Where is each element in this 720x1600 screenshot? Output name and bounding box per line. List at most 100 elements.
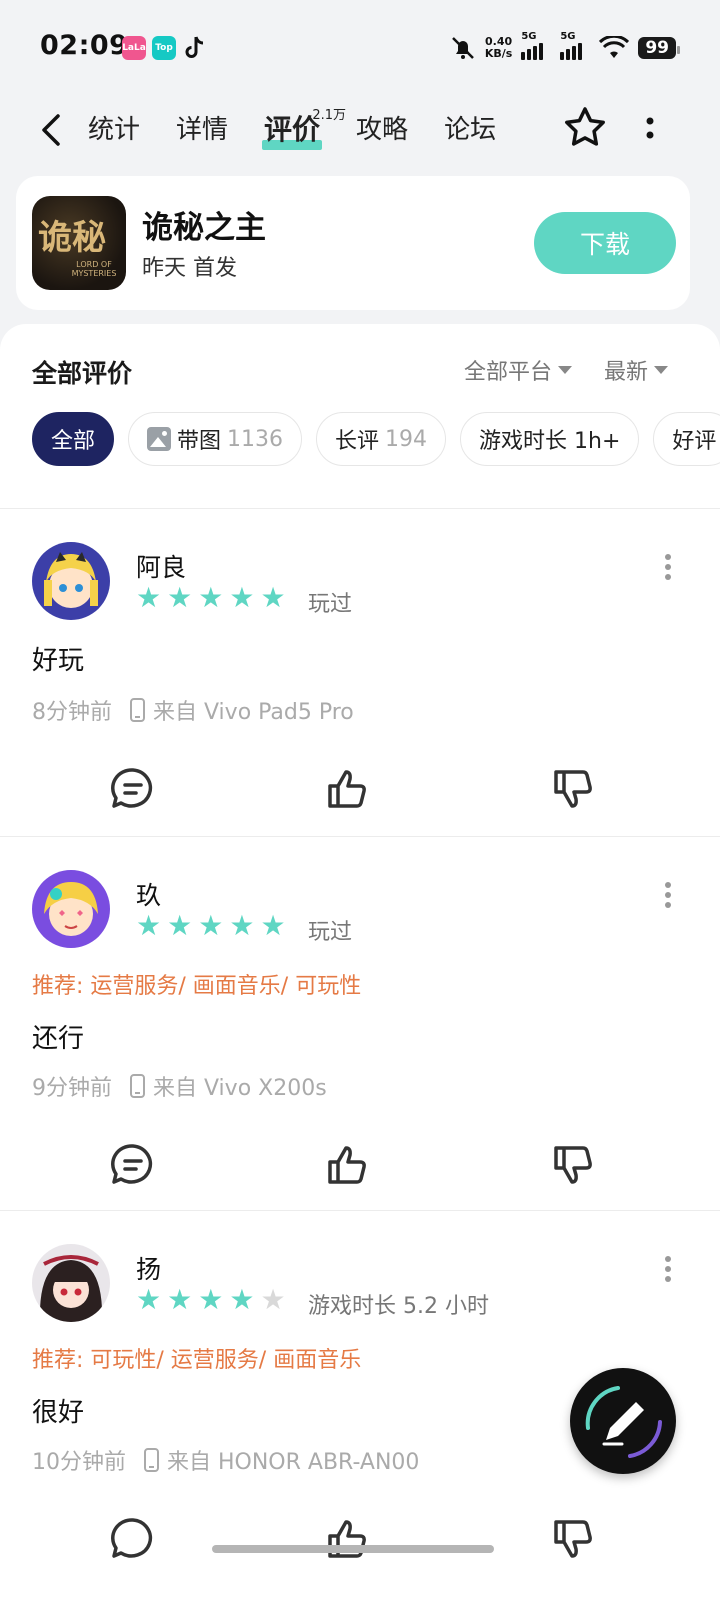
review-time: 9分钟前 (32, 1076, 112, 1101)
comment-icon[interactable] (108, 764, 158, 814)
rating-stars: ★ ★ ★ ★ ★ (136, 912, 286, 940)
avatar[interactable] (32, 870, 110, 948)
tiktok-icon (185, 36, 204, 58)
battery-indicator: 99 (638, 37, 680, 59)
game-title: 诡秘之主 (142, 210, 266, 246)
back-arrow-icon[interactable] (36, 110, 66, 150)
review-meta: 8分钟前 来自 Vivo Pad5 Pro (32, 694, 354, 726)
phone-icon (130, 698, 145, 722)
top-app-icon: Top (152, 36, 176, 60)
wifi-icon (599, 36, 630, 58)
star-icon: ★ (167, 581, 193, 614)
lala-app-icon: LaLa (122, 36, 146, 60)
game-icon[interactable]: 诡秘 LORD OF MYSTERIES (32, 196, 126, 290)
chip-long-reviews[interactable]: 长评 194 (316, 412, 447, 466)
review-actions (0, 1140, 720, 1200)
review-content[interactable]: 很好 (32, 1392, 84, 1429)
review-item: 玖 ★ ★ ★ ★ ★ 玩过 推荐: 运营服务/ 画面音乐/ 可玩性 还行 9分钟前 来… (0, 836, 720, 1210)
star-icon: ★ (260, 909, 286, 942)
review-time: 8分钟前 (32, 700, 112, 725)
favorite-star-icon[interactable] (562, 104, 608, 150)
play-status: 玩过 (308, 592, 353, 617)
review-device: 来自 HONOR ABR-AN00 (167, 1450, 420, 1475)
rating-stars: ★ ★ ★ ★ ★ (136, 1286, 286, 1314)
reviews-count-badge: 2.1万 (312, 108, 347, 123)
mute-bell-icon (451, 37, 474, 59)
star-icon: ★ (229, 581, 255, 614)
star-icon: ★ (229, 1283, 255, 1316)
review-menu-icon[interactable] (662, 554, 674, 584)
star-icon: ★ (136, 909, 162, 942)
thumbs-down-icon[interactable] (548, 764, 598, 814)
phone-icon (130, 1074, 145, 1098)
tab-reviews[interactable]: 评价 2.1万 (262, 108, 346, 150)
chip-with-images[interactable]: 带图 1136 (128, 412, 303, 466)
thumbs-up-icon[interactable] (322, 1140, 372, 1190)
star-icon: ★ (136, 581, 162, 614)
tab-guides[interactable]: 攻略 (356, 110, 408, 150)
star-icon: ★ (198, 581, 224, 614)
section-title: 全部评价 (32, 359, 133, 388)
tab-forum[interactable]: 论坛 (444, 110, 496, 150)
username[interactable]: 玖 (136, 876, 161, 912)
tab-bar: 统计 详情 评价 2.1万 攻略 论坛 (88, 108, 532, 150)
phone-icon (144, 1448, 159, 1472)
thumbs-up-icon[interactable] (322, 764, 372, 814)
game-release-info: 昨天 首发 (142, 256, 237, 281)
username[interactable]: 扬 (136, 1250, 161, 1286)
tab-stats[interactable]: 统计 (88, 110, 140, 150)
review-menu-icon[interactable] (662, 882, 674, 912)
dropdown-arrow-icon (654, 366, 669, 374)
review-content[interactable]: 好玩 (32, 640, 84, 677)
play-status: 玩过 (308, 920, 353, 945)
star-icon: ★ (229, 909, 255, 942)
more-options-icon[interactable] (640, 114, 660, 144)
chip-all[interactable]: 全部 (32, 412, 115, 466)
review-device: 来自 Vivo Pad5 Pro (153, 700, 354, 725)
recommend-tags: 推荐: 运营服务/ 画面音乐/ 可玩性 (32, 974, 362, 999)
username[interactable]: 阿良 (136, 548, 186, 584)
playtime-tag: 游戏时长 5.2 小时 (308, 1294, 489, 1319)
comment-icon[interactable] (108, 1514, 158, 1564)
pen-icon (585, 1386, 662, 1458)
star-icon: ★ (167, 1283, 193, 1316)
chip-positive[interactable]: 好评 (653, 412, 720, 466)
game-card: 诡秘 LORD OF MYSTERIES 诡秘之主 昨天 首发 下载 (16, 176, 690, 310)
recommend-tags: 推荐: 可玩性/ 运营服务/ 画面音乐 (32, 1348, 362, 1373)
write-review-button[interactable] (570, 1368, 676, 1474)
image-icon (147, 427, 172, 451)
signal-1-icon: 5G (521, 31, 551, 62)
review-device: 来自 Vivo X200s (153, 1076, 327, 1101)
filter-chips: 全部 带图 1136 长评 194 游戏时长 1h+ 好评 (32, 412, 720, 466)
review-actions (0, 764, 720, 824)
review-menu-icon[interactable] (662, 1256, 674, 1286)
status-time: 02:09 (40, 30, 129, 61)
sort-filter[interactable]: 最新 (604, 354, 669, 386)
review-time: 10分钟前 (32, 1450, 126, 1475)
star-icon: ★ (260, 581, 286, 614)
review-meta: 9分钟前 来自 Vivo X200s (32, 1070, 327, 1102)
review-item: 阿良 ★ ★ ★ ★ ★ 玩过 好玩 8分钟前 来自 Vivo Pad5 Pro (0, 508, 720, 836)
thumbs-up-icon[interactable] (322, 1514, 372, 1564)
review-actions (0, 1514, 720, 1574)
review-meta: 10分钟前 来自 HONOR ABR-AN00 (32, 1444, 419, 1476)
star-icon: ★ (198, 1283, 224, 1316)
signal-2-icon: 5G (560, 31, 590, 62)
avatar[interactable] (32, 1244, 110, 1322)
platform-filter[interactable]: 全部平台 (464, 354, 573, 386)
dropdown-arrow-icon (558, 366, 573, 374)
star-icon: ★ (136, 1283, 162, 1316)
home-indicator[interactable] (212, 1545, 494, 1553)
status-bar: 02:09 LaLa Top 0.40 KB/s 5G 5G 99 (0, 0, 720, 96)
tab-details[interactable]: 详情 (176, 110, 228, 150)
comment-icon[interactable] (108, 1140, 158, 1190)
top-nav: 统计 详情 评价 2.1万 攻略 论坛 (0, 96, 720, 166)
review-content[interactable]: 还行 (32, 1018, 84, 1055)
chip-playtime[interactable]: 游戏时长 1h+ (460, 412, 640, 466)
star-icon: ★ (198, 909, 224, 942)
star-empty-icon: ★ (260, 1283, 286, 1316)
avatar[interactable] (32, 542, 110, 620)
thumbs-down-icon[interactable] (548, 1514, 598, 1564)
download-button[interactable]: 下载 (534, 212, 676, 274)
thumbs-down-icon[interactable] (548, 1140, 598, 1190)
